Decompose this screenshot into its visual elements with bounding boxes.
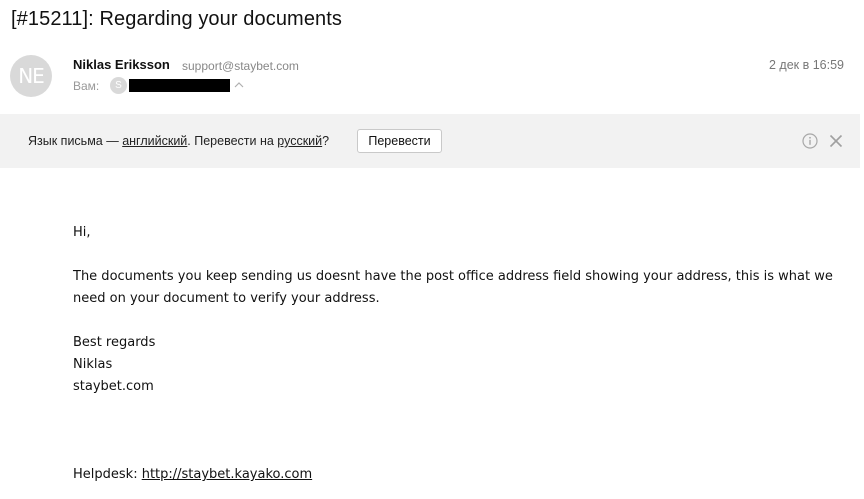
translate-message: Язык письма — английский. Перевести на р…	[28, 134, 329, 148]
recipient-label: Вам:	[73, 79, 100, 93]
sender-avatar[interactable]: NE	[10, 55, 52, 97]
sender-email[interactable]: support@staybet.com	[182, 59, 299, 73]
helpdesk-line: Helpdesk: http://staybet.kayako.com	[73, 464, 843, 486]
body-paragraph: The documents you keep sending us doesnt…	[73, 269, 833, 306]
signoff-line: Best regards	[73, 335, 156, 350]
helpdesk-link[interactable]: http://staybet.kayako.com	[142, 467, 312, 482]
translate-bar: Язык письма — английский. Перевести на р…	[0, 114, 860, 168]
translate-text-suffix: ?	[322, 134, 330, 148]
translate-button[interactable]: Перевести	[357, 129, 442, 153]
target-language-link[interactable]: русский	[277, 134, 322, 148]
email-subject: [#15211]: Regarding your documents	[11, 8, 343, 30]
recipient-redacted	[129, 79, 230, 92]
signoff-name: Niklas	[73, 357, 113, 372]
translate-text-middle: . Перевести на	[187, 134, 278, 148]
greeting: Hi,	[73, 225, 91, 240]
sender-name[interactable]: Niklas Eriksson	[73, 57, 170, 72]
close-icon[interactable]	[829, 134, 843, 148]
source-language-link[interactable]: английский	[122, 134, 187, 148]
chevron-up-icon[interactable]	[233, 80, 245, 90]
info-icon[interactable]	[802, 133, 818, 149]
signoff-company: staybet.com	[73, 379, 154, 394]
translate-text-prefix: Язык письма —	[28, 134, 123, 148]
helpdesk-label: Helpdesk:	[73, 467, 142, 482]
email-date: 2 дек в 16:59	[768, 58, 844, 72]
email-body: Hi, The documents you keep sending us do…	[73, 222, 843, 486]
recipient-avatar: S	[110, 77, 127, 94]
